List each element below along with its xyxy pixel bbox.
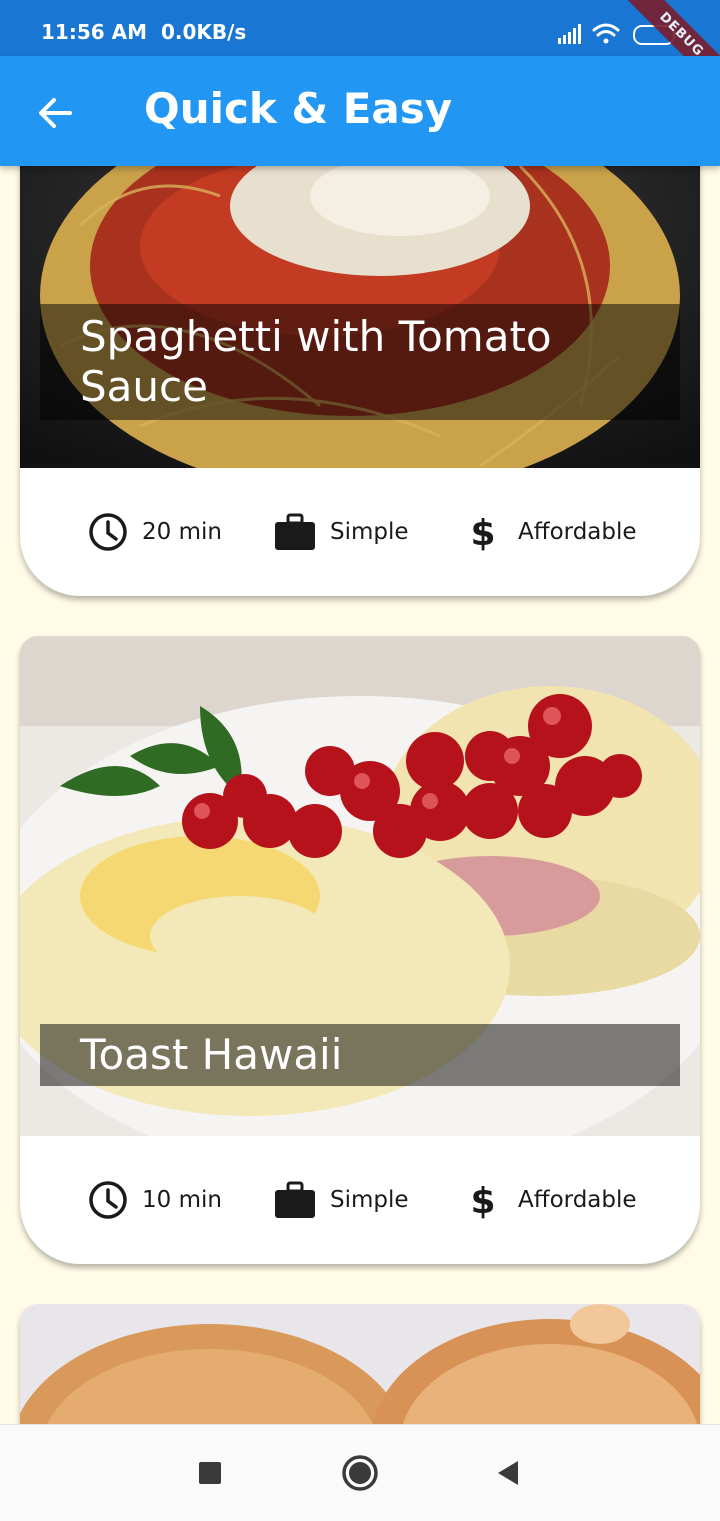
arrow-back-icon[interactable] (26, 86, 82, 142)
complexity-info: Simple (274, 1180, 409, 1220)
status-bar: 11:56 AM 0.0KB/s DEBUG (0, 0, 720, 98)
meal-meta-row: 20 min Simple $ Affordable (20, 468, 700, 596)
complexity-info: Simple (274, 512, 409, 552)
meal-card[interactable]: Toast Hawaii 10 min Simple $ Affordable (20, 636, 700, 1264)
briefcase-icon (275, 1181, 315, 1218)
svg-text:$: $ (470, 1181, 495, 1220)
meal-title-box: Spaghetti with Tomato Sauce (40, 304, 680, 420)
affordability-info: $ Affordable (468, 1180, 637, 1220)
meal-meta-row: 10 min Simple $ Affordable (20, 1136, 700, 1264)
signal-icon (558, 24, 581, 44)
duration-label: 20 min (142, 519, 222, 545)
page-title: Quick & Easy (144, 84, 453, 133)
meal-card[interactable] (20, 1304, 700, 1424)
app-bar: Quick & Easy (0, 56, 720, 166)
back-icon[interactable] (486, 1451, 530, 1495)
clock-text: 11:56 AM (41, 20, 148, 44)
svg-text:$: $ (470, 513, 495, 552)
clock-icon (89, 513, 127, 551)
affordability-label: Affordable (518, 519, 637, 545)
meal-card[interactable]: Spaghetti with Tomato Sauce 20 min Simpl… (20, 166, 700, 596)
home-icon[interactable] (338, 1451, 382, 1495)
system-nav-bar (0, 1424, 720, 1521)
dollar-icon: $ (470, 1181, 495, 1220)
meal-list[interactable]: Spaghetti with Tomato Sauce 20 min Simpl… (0, 166, 720, 1424)
duration-info: 20 min (88, 512, 222, 552)
complexity-label: Simple (330, 1187, 409, 1213)
recent-apps-icon[interactable] (188, 1451, 232, 1495)
network-speed: 0.0KB/s (160, 20, 247, 44)
briefcase-icon (275, 513, 315, 550)
affordability-info: $ Affordable (468, 512, 637, 552)
meal-title-box: Toast Hawaii (40, 1024, 680, 1086)
meal-title: Spaghetti with Tomato Sauce (80, 312, 552, 411)
complexity-label: Simple (330, 519, 409, 545)
status-time: 11:56 AM 0.0KB/s (41, 20, 246, 44)
meal-image (20, 1304, 700, 1424)
dollar-icon: $ (470, 513, 495, 552)
duration-label: 10 min (142, 1187, 222, 1213)
affordability-label: Affordable (518, 1187, 637, 1213)
wifi-icon (592, 23, 620, 44)
duration-info: 10 min (88, 1180, 222, 1220)
clock-icon (89, 1181, 127, 1219)
meal-title: Toast Hawaii (80, 1030, 343, 1079)
